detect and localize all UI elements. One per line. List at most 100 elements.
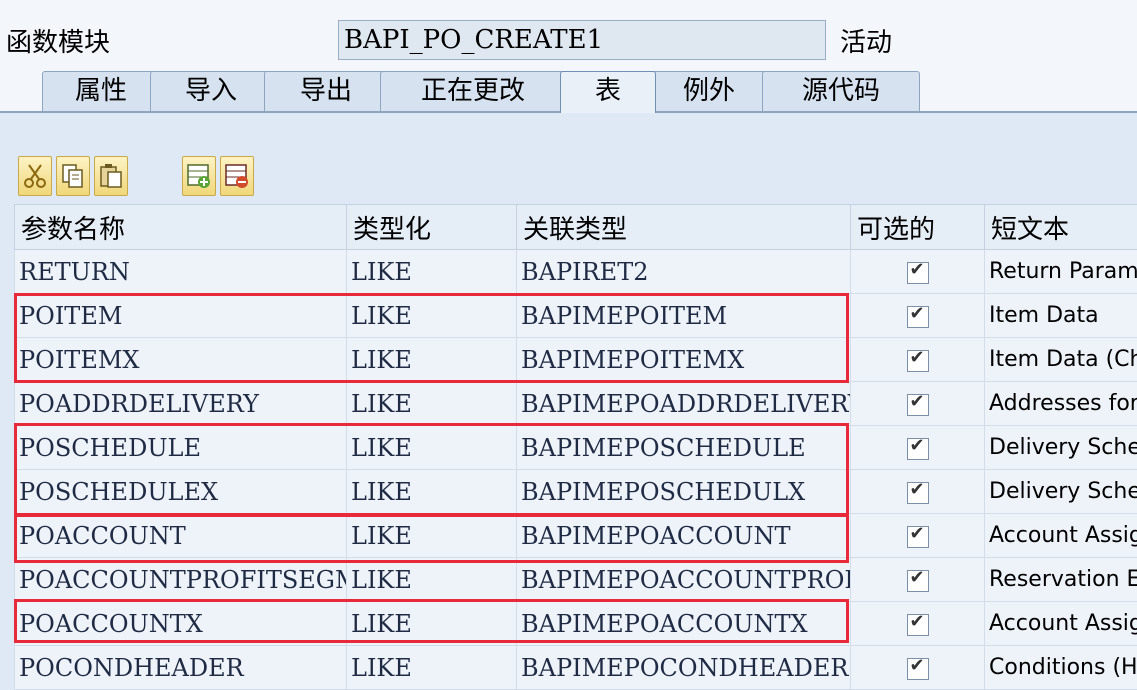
assoc-type-cell[interactable]: BAPIMEPOADDRDELIVERY [517,382,851,426]
optional-checkbox[interactable]: ✔ [907,306,929,328]
table-row[interactable]: POACCOUNT LIKE BAPIMEPOACCOUNT ✔ Account… [15,514,1137,558]
function-module-label: 函数模块 [6,22,110,59]
check-icon: ✔ [910,655,925,676]
optional-checkbox[interactable]: ✔ [907,658,929,680]
param-name-cell[interactable]: POACCOUNT [15,514,347,558]
optional-cell: ✔ [851,338,985,382]
optional-checkbox[interactable]: ✔ [907,350,929,372]
typing-cell[interactable]: LIKE [347,470,517,514]
optional-cell: ✔ [851,646,985,690]
insert-row-icon[interactable] [182,156,216,196]
check-icon: ✔ [910,611,925,632]
short-text-cell[interactable]: Item Data [985,294,1137,338]
table-row[interactable]: POACCOUNTPROFITSEGM… LIKE BAPIMEPOACCOUN… [15,558,1137,602]
tab-changing[interactable]: 正在更改 [380,71,566,113]
param-name-cell[interactable]: POITEM [15,294,347,338]
assoc-type-cell[interactable]: BAPIMEPOSCHEDULX [517,470,851,514]
param-name-cell[interactable]: POACCOUNTPROFITSEGM… [15,558,347,602]
table-row[interactable]: POSCHEDULE LIKE BAPIMEPOSCHEDULE ✔ Deliv… [15,426,1137,470]
assoc-type-cell[interactable]: BAPIMEPOSCHEDULE [517,426,851,470]
tab-import[interactable]: 导入 [150,71,272,113]
cut-icon[interactable] [18,156,52,196]
typing-cell[interactable]: LIKE [347,294,517,338]
assoc-type-cell[interactable]: BAPIRET2 [517,250,851,294]
assoc-type-cell[interactable]: BAPIMEPOITEMX [517,338,851,382]
optional-checkbox[interactable]: ✔ [907,394,929,416]
col-header-assoc-type[interactable]: 关联类型 [517,205,851,250]
short-text-cell[interactable]: Return Param [985,250,1137,294]
status-label: 活动 [840,22,892,59]
typing-cell[interactable]: LIKE [347,602,517,646]
col-header-short-text[interactable]: 短文本 [985,205,1137,250]
param-name-cell[interactable]: POADDRDELIVERY [15,382,347,426]
optional-checkbox[interactable]: ✔ [907,526,929,548]
table-row[interactable]: POACCOUNTX LIKE BAPIMEPOACCOUNTX ✔ Accou… [15,602,1137,646]
delete-row-icon[interactable] [220,156,254,196]
optional-cell: ✔ [851,250,985,294]
optional-cell: ✔ [851,514,985,558]
optional-cell: ✔ [851,602,985,646]
short-text-cell[interactable]: Reservation E [985,558,1137,602]
col-header-typing[interactable]: 类型化 [347,205,517,250]
typing-cell[interactable]: LIKE [347,558,517,602]
table-row[interactable]: POCONDHEADER LIKE BAPIMEPOCONDHEADER ✔ C… [15,646,1137,690]
tab-tables[interactable]: 表 [560,71,656,113]
short-text-cell[interactable]: Item Data (Ch [985,338,1137,382]
col-header-param-name[interactable]: 参数名称 [15,205,347,250]
tab-export[interactable]: 导出 [264,71,388,113]
paste-icon[interactable] [94,156,128,196]
check-icon: ✔ [910,567,925,588]
optional-checkbox[interactable]: ✔ [907,262,929,284]
typing-cell[interactable]: LIKE [347,426,517,470]
table-header-row: 参数名称 类型化 关联类型 可选的 短文本 [15,205,1137,250]
assoc-type-cell[interactable]: BAPIMEPOACCOUNTX [517,602,851,646]
table-row[interactable]: RETURN LIKE BAPIRET2 ✔ Return Param [15,250,1137,294]
check-icon: ✔ [910,303,925,324]
assoc-type-cell[interactable]: BAPIMEPOITEM [517,294,851,338]
tab-attributes[interactable]: 属性 [42,71,160,113]
typing-cell[interactable]: LIKE [347,382,517,426]
assoc-type-cell[interactable]: BAPIMEPOACCOUNTPROF… [517,558,851,602]
optional-checkbox[interactable]: ✔ [907,570,929,592]
check-icon: ✔ [910,347,925,368]
check-icon: ✔ [910,523,925,544]
optional-cell: ✔ [851,426,985,470]
table-row[interactable]: POSCHEDULEX LIKE BAPIMEPOSCHEDULX ✔ Deli… [15,470,1137,514]
optional-cell: ✔ [851,294,985,338]
short-text-cell[interactable]: Delivery Sche [985,426,1137,470]
table-row[interactable]: POADDRDELIVERY LIKE BAPIMEPOADDRDELIVERY… [15,382,1137,426]
optional-checkbox[interactable]: ✔ [907,614,929,636]
function-module-field[interactable]: BAPI_PO_CREATE1 [338,20,826,60]
check-icon: ✔ [910,391,925,412]
typing-cell[interactable]: LIKE [347,250,517,294]
assoc-type-cell[interactable]: BAPIMEPOACCOUNT [517,514,851,558]
typing-cell[interactable]: LIKE [347,514,517,558]
optional-cell: ✔ [851,382,985,426]
check-icon: ✔ [910,435,925,456]
short-text-cell[interactable]: Addresses for [985,382,1137,426]
param-name-cell[interactable]: RETURN [15,250,347,294]
tables-parameter-grid: 参数名称 类型化 关联类型 可选的 短文本 RETURN LIKE BAPIRE… [14,204,1137,690]
param-name-cell[interactable]: POSCHEDULE [15,426,347,470]
param-name-cell[interactable]: POITEMX [15,338,347,382]
short-text-cell[interactable]: Conditions (H [985,646,1137,690]
col-header-optional[interactable]: 可选的 [851,205,985,250]
optional-checkbox[interactable]: ✔ [907,438,929,460]
table-row[interactable]: POITEM LIKE BAPIMEPOITEM ✔ Item Data [15,294,1137,338]
tab-exceptions[interactable]: 例外 [650,71,768,113]
table-row[interactable]: POITEMX LIKE BAPIMEPOITEMX ✔ Item Data (… [15,338,1137,382]
tab-source-code[interactable]: 源代码 [762,71,920,113]
typing-cell[interactable]: LIKE [347,338,517,382]
short-text-cell[interactable]: Account Assig [985,602,1137,646]
check-icon: ✔ [910,259,925,280]
tab-bar: 属性 导入 导出 正在更改 表 例外 源代码 [0,64,1137,112]
param-name-cell[interactable]: POCONDHEADER [15,646,347,690]
short-text-cell[interactable]: Delivery Sche [985,470,1137,514]
assoc-type-cell[interactable]: BAPIMEPOCONDHEADER [517,646,851,690]
typing-cell[interactable]: LIKE [347,646,517,690]
optional-checkbox[interactable]: ✔ [907,482,929,504]
param-name-cell[interactable]: POSCHEDULEX [15,470,347,514]
param-name-cell[interactable]: POACCOUNTX [15,602,347,646]
copy-icon[interactable] [56,156,90,196]
short-text-cell[interactable]: Account Assig [985,514,1137,558]
